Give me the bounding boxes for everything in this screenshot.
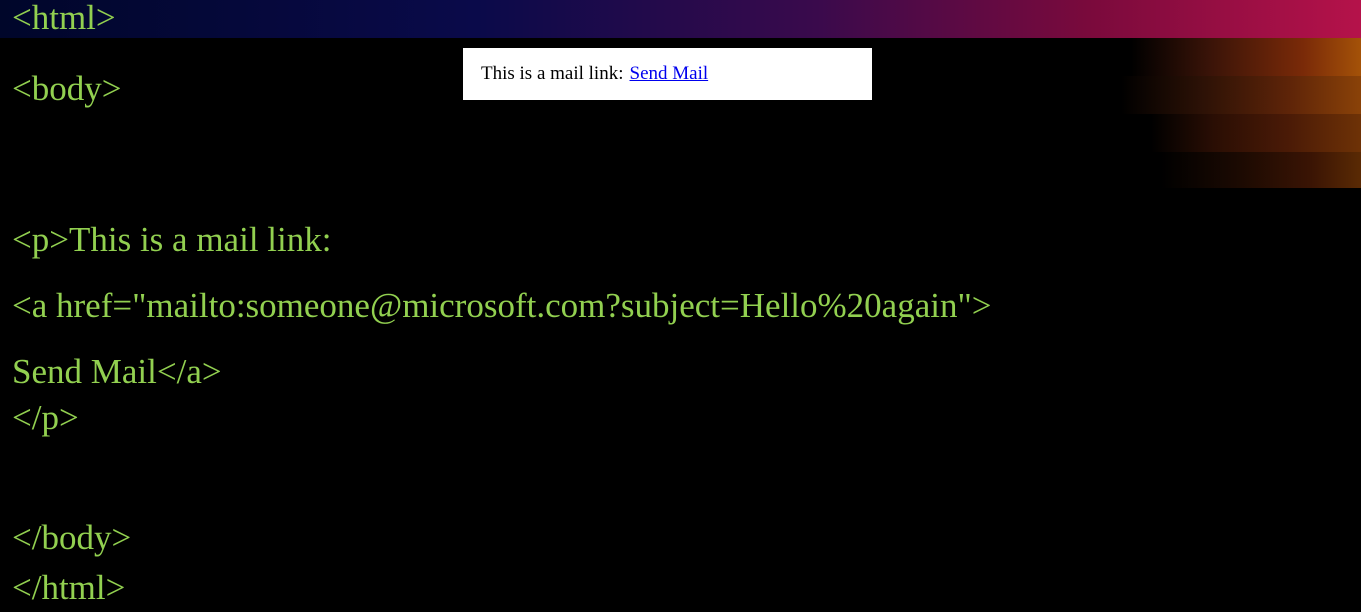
top-gradient-band [0, 0, 1361, 38]
code-line-html-close: </html> [12, 568, 126, 607]
code-line-body-close: </body> [12, 518, 132, 557]
code-line-body-open: <body> [12, 69, 122, 108]
decorative-bar [1151, 114, 1361, 152]
code-line-html-open: <html> [12, 0, 116, 37]
code-line-p-close: </p> [12, 398, 79, 437]
send-mail-link[interactable]: Send Mail [630, 63, 709, 85]
code-line-anchor-close: Send Mail</a> [12, 352, 222, 391]
decorative-bar [1161, 152, 1361, 188]
code-line-anchor-open: <a href="mailto:someone@microsoft.com?su… [12, 286, 992, 325]
decorative-bar [1121, 76, 1361, 114]
rendered-preview: This is a mail link: Send Mail [463, 48, 872, 100]
decorative-bar [1131, 38, 1361, 76]
code-line-p-open: <p>This is a mail link: [12, 220, 332, 259]
slide: <html> <body> <p>This is a mail link: <a… [0, 0, 1361, 612]
preview-text: This is a mail link: [481, 63, 624, 84]
